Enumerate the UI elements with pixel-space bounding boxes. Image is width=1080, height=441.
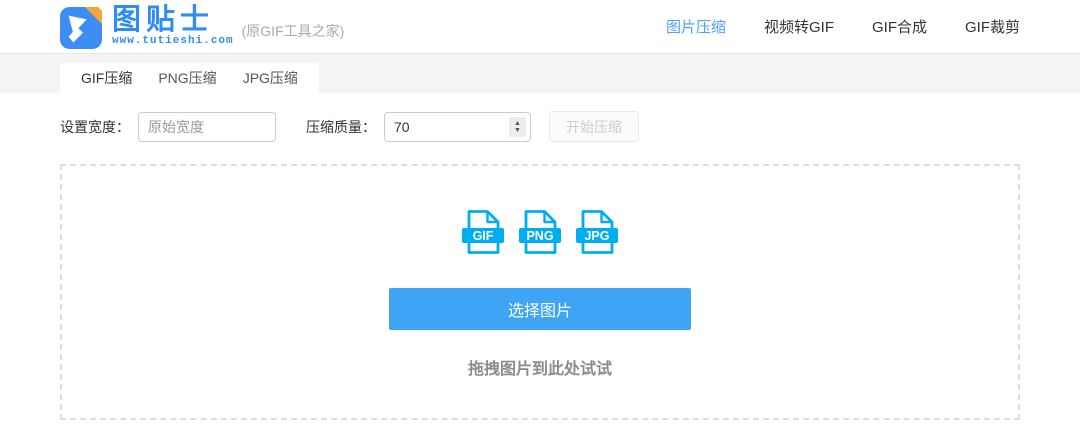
quality-input-wrap: ▲ ▼	[384, 111, 531, 142]
site-logo[interactable]: 图贴士 www.tutieshi.com (原GIF工具之家)	[60, 5, 344, 49]
main-nav: 图片压缩 视频转GIF GIF合成 GIF裁剪	[666, 16, 1020, 37]
svg-text:JPG: JPG	[584, 229, 609, 243]
tab-png-compress[interactable]: PNG压缩	[145, 63, 229, 93]
quality-label: 压缩质量：	[306, 118, 376, 135]
site-header: 图贴士 www.tutieshi.com (原GIF工具之家) 图片压缩 视频转…	[0, 0, 1080, 54]
stepper-down-icon[interactable]: ▼	[514, 127, 521, 134]
jpg-file-icon: JPG	[576, 210, 618, 254]
start-compress-button[interactable]: 开始压缩	[549, 111, 639, 142]
nav-item-image-compress[interactable]: 图片压缩	[666, 16, 726, 37]
tab-strip: GIF压缩 PNG压缩 JPG压缩	[0, 54, 1080, 93]
nav-item-gif-crop[interactable]: GIF裁剪	[965, 16, 1020, 37]
image-dropzone[interactable]: GIF PNG JPG 选择图片 拖拽图片到此处试试	[60, 164, 1020, 420]
quality-stepper[interactable]: ▲ ▼	[509, 116, 526, 137]
width-input[interactable]	[138, 111, 276, 142]
logo-wordmark: 图贴士	[112, 3, 215, 36]
drag-hint-text: 拖拽图片到此处试试	[467, 361, 612, 378]
png-file-icon: PNG	[519, 210, 561, 254]
nav-item-gif-merge[interactable]: GIF合成	[872, 16, 927, 37]
logo-text: 图贴士 www.tutieshi.com	[112, 5, 234, 47]
nav-item-video-to-gif[interactable]: 视频转GIF	[764, 16, 834, 37]
tutieshi-logo-icon	[60, 6, 102, 49]
stepper-up-icon[interactable]: ▲	[514, 120, 521, 127]
tab-list: GIF压缩 PNG压缩 JPG压缩	[60, 63, 319, 93]
svg-text:GIF: GIF	[473, 229, 494, 243]
logo-domain: www.tutieshi.com	[112, 34, 234, 47]
file-type-icons: GIF PNG JPG	[461, 209, 619, 255]
svg-text:PNG: PNG	[526, 229, 553, 243]
logo-subtitle: (原GIF工具之家)	[241, 22, 345, 39]
gif-file-icon: GIF	[462, 210, 504, 254]
select-image-button[interactable]: 选择图片	[389, 288, 691, 330]
compress-settings-form: 设置宽度： 压缩质量： ▲ ▼ 开始压缩	[60, 111, 1020, 142]
tab-gif-compress[interactable]: GIF压缩	[68, 63, 145, 93]
tab-jpg-compress[interactable]: JPG压缩	[230, 63, 311, 93]
width-label: 设置宽度：	[60, 118, 130, 135]
